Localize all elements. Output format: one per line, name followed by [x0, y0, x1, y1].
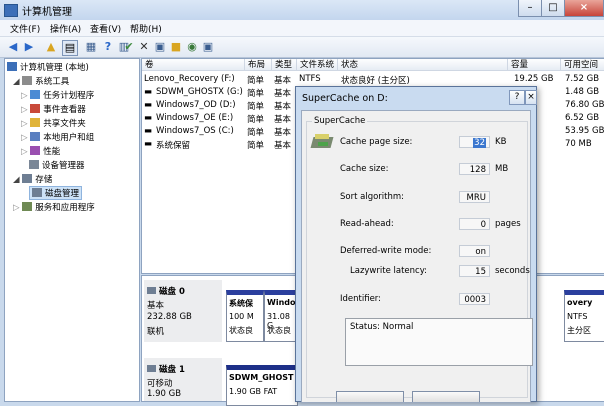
close-button[interactable]: ×: [564, 0, 604, 17]
disk-icon[interactable]: ▣: [201, 40, 215, 54]
drive-icon: ▬: [144, 139, 153, 149]
status-text: Status: Normal: [350, 322, 414, 332]
partition-recovery[interactable]: overy NTFS 主分区: [564, 290, 604, 342]
window-title: 计算机管理: [22, 7, 72, 18]
partition-windows[interactable]: Windo 31.08 G 状态良: [264, 290, 299, 342]
minimize-button[interactable]: –: [518, 0, 542, 17]
toolbar: ◀ ▶ ▲ ▤ ▦ ? ▥ ✔ ✕ ▣ ■ ◉ ▣: [0, 37, 604, 58]
supercache-dialog: SuperCache on D: ? × SuperCache Cache pa…: [295, 86, 537, 403]
column-header-capacity[interactable]: 容量: [508, 59, 561, 71]
tree-item-services[interactable]: ▷ 服务和应用程序: [13, 201, 95, 213]
read-ahead-label: Read-ahead:: [340, 219, 394, 229]
dialog-title: SuperCache on D:: [302, 93, 388, 104]
up-folder-icon[interactable]: ▲: [44, 40, 58, 54]
navigation-tree: 计算机管理 (本地) ◢ 系统工具 ▷ 任务计划程序 ▷ 事件查看器 ▷ 共享文…: [4, 58, 140, 402]
tree-item-event-viewer[interactable]: ▷ 事件查看器: [21, 103, 86, 115]
group-title: SuperCache: [312, 116, 368, 126]
performance-icon: [30, 146, 41, 155]
menu-action[interactable]: 操作(A): [50, 22, 81, 35]
cache-page-size-unit: KB: [495, 137, 507, 147]
help-button[interactable]: ?: [509, 90, 525, 105]
sort-algorithm-field[interactable]: MRU: [459, 191, 490, 203]
cache-size-label: Cache size:: [340, 164, 389, 174]
cache-page-size-field[interactable]: 32: [459, 136, 490, 148]
column-header-status[interactable]: 状态: [338, 59, 508, 71]
back-arrow-icon[interactable]: ◀: [6, 40, 20, 54]
tree-item-root[interactable]: 计算机管理 (本地): [7, 61, 89, 73]
services-icon: [22, 202, 33, 211]
event-log-icon: [30, 104, 41, 113]
cache-page-size-label: Cache page size:: [340, 137, 413, 147]
menu-file[interactable]: 文件(F): [10, 22, 40, 35]
deferred-write-field[interactable]: on: [459, 245, 490, 257]
table-row[interactable]: Lenovo_Recovery (F:) 简单 基本 NTFS 状态良好 (主分…: [142, 73, 604, 86]
drive-icon: ▬: [144, 126, 153, 136]
column-header-volume[interactable]: 卷: [142, 59, 245, 71]
lazywrite-latency-label: Lazywrite latency:: [350, 266, 427, 276]
column-header-type[interactable]: 类型: [272, 59, 297, 71]
title-bar: 计算机管理 – □ ×: [0, 0, 604, 20]
users-icon: [30, 132, 41, 141]
sort-algorithm-label: Sort algorithm:: [340, 192, 405, 202]
show-tree-icon[interactable]: ▤: [62, 40, 78, 56]
tree-item-device-manager[interactable]: 设备管理器: [29, 159, 85, 171]
check-icon[interactable]: ✔: [122, 40, 136, 54]
ok-button[interactable]: [336, 391, 404, 402]
device-manager-icon: [29, 160, 39, 169]
tree-item-local-users[interactable]: ▷ 本地用户和组: [21, 131, 94, 143]
maximize-button[interactable]: □: [541, 0, 565, 17]
disk-1-label[interactable]: 磁盘 1 可移动 1.90 GB: [144, 358, 222, 401]
tree-item-performance[interactable]: ▷ 性能: [21, 145, 60, 157]
tree-item-system-tools[interactable]: ◢ 系统工具: [13, 75, 69, 87]
supercache-icon: [310, 133, 334, 151]
read-ahead-unit: pages: [495, 219, 521, 229]
dialog-body: SuperCache Cache page size: 32 KB Cache …: [301, 110, 533, 403]
tree-item-shared-folders[interactable]: ▷ 共享文件夹: [21, 117, 86, 129]
deferred-write-label: Deferred-write mode:: [340, 246, 432, 256]
forward-arrow-icon[interactable]: ▶: [22, 40, 36, 54]
storage-icon: [22, 174, 33, 183]
read-ahead-field[interactable]: 0: [459, 218, 490, 230]
identifier-field[interactable]: 0003: [459, 293, 490, 305]
open-icon[interactable]: ▣: [153, 40, 167, 54]
menu-view[interactable]: 查看(V): [90, 22, 121, 35]
column-header-layout[interactable]: 布局: [245, 59, 272, 71]
cache-size-field[interactable]: 128: [459, 163, 490, 175]
lazywrite-latency-unit: seconds: [495, 266, 530, 276]
tree-item-disk-management[interactable]: 磁盘管理: [29, 186, 83, 200]
menu-bar: 文件(F) 操作(A) 查看(V) 帮助(H): [0, 20, 604, 37]
cache-size-unit: MB: [495, 164, 509, 174]
tree-item-storage[interactable]: ◢ 存储: [13, 173, 52, 185]
menu-help[interactable]: 帮助(H): [130, 22, 162, 35]
computer-icon: [7, 62, 17, 71]
partition-system-reserved[interactable]: 系统保 100 M 状态良: [226, 290, 264, 342]
properties-icon[interactable]: ▦: [84, 40, 98, 54]
shared-folder-icon: [30, 118, 41, 127]
lazywrite-latency-field[interactable]: 15: [459, 265, 490, 277]
tools-icon: [22, 76, 33, 85]
drive-icon: ▬: [144, 100, 153, 110]
search-icon[interactable]: ◉: [185, 40, 199, 54]
folder-icon[interactable]: ■: [169, 40, 183, 54]
cancel-button[interactable]: [412, 391, 480, 402]
identifier-label: Identifier:: [340, 294, 382, 304]
disk-icon: [147, 287, 156, 294]
tree-item-task-scheduler[interactable]: ▷ 任务计划程序: [21, 89, 94, 101]
drive-icon: ▬: [144, 87, 153, 97]
column-header-filesystem[interactable]: 文件系统: [297, 59, 338, 71]
disk-0-label[interactable]: 磁盘 0 基本 232.88 GB 联机: [144, 280, 222, 342]
computer-management-icon: [4, 4, 18, 17]
help-icon[interactable]: ?: [101, 40, 115, 54]
drive-icon: ▬: [144, 113, 153, 123]
column-header-free-space[interactable]: 可用空间: [561, 59, 604, 71]
disk-icon: [147, 365, 156, 372]
disk-management-icon: [32, 188, 42, 197]
delete-icon[interactable]: ✕: [137, 40, 151, 54]
status-box: Status: Normal: [345, 318, 533, 366]
clock-icon: [30, 90, 41, 99]
dialog-close-button[interactable]: ×: [525, 90, 537, 105]
